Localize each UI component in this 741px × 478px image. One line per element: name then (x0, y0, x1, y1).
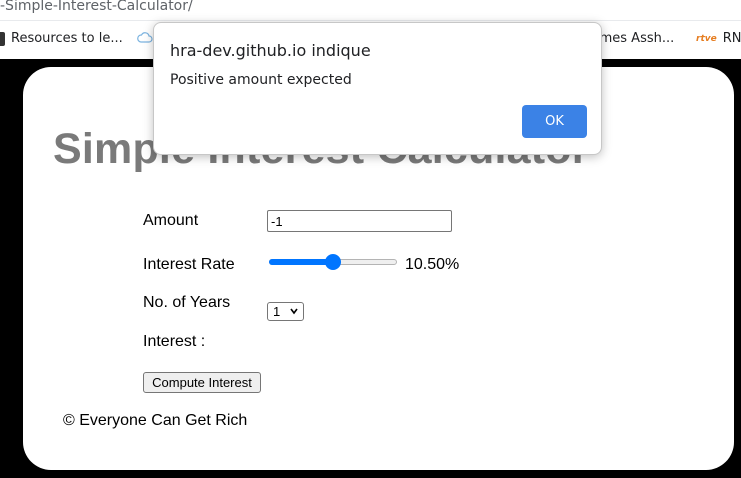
cloud-icon (137, 32, 153, 43)
years-select[interactable]: 1 (267, 302, 304, 321)
years-selected-value: 1 (273, 304, 281, 319)
interest-rate-slider[interactable] (269, 254, 397, 270)
alert-dialog: hra-dev.github.io indique Positive amoun… (153, 22, 602, 155)
interest-rate-label: Interest Rate (143, 256, 235, 273)
slider-thumb[interactable] (325, 254, 341, 270)
dialog-origin: hra-dev.github.io indique (170, 41, 371, 60)
bookmark-rtve[interactable]: rtve RN (696, 31, 741, 46)
amount-label: Amount (143, 212, 199, 229)
bookmark-dark-icon (0, 31, 5, 46)
rtve-icon: rtve (696, 33, 717, 44)
ok-button[interactable]: OK (522, 105, 587, 138)
dialog-message: Positive amount expected (170, 72, 352, 88)
bookmark-times[interactable]: imes Assh... (596, 31, 674, 46)
years-label: No. of Years (143, 294, 231, 311)
chevron-down-icon (290, 308, 298, 315)
bookmark-label: Resources to le... (11, 31, 123, 46)
footer-text: © Everyone Can Get Rich (63, 412, 248, 429)
amount-input[interactable] (267, 210, 452, 232)
compute-interest-button[interactable]: Compute Interest (143, 372, 261, 393)
url-text[interactable]: -Simple-Interest-Calculator/ (0, 0, 193, 14)
interest-label: Interest : (143, 333, 206, 350)
interest-rate-value: 10.50% (405, 256, 460, 273)
slider-fill (269, 259, 333, 265)
bookmark-label: imes Assh... (596, 31, 675, 46)
address-bar[interactable]: -Simple-Interest-Calculator/ (0, 0, 741, 20)
bookmark-resources[interactable]: Resources to le... (0, 31, 123, 46)
bookmark-label: RN (722, 31, 741, 46)
